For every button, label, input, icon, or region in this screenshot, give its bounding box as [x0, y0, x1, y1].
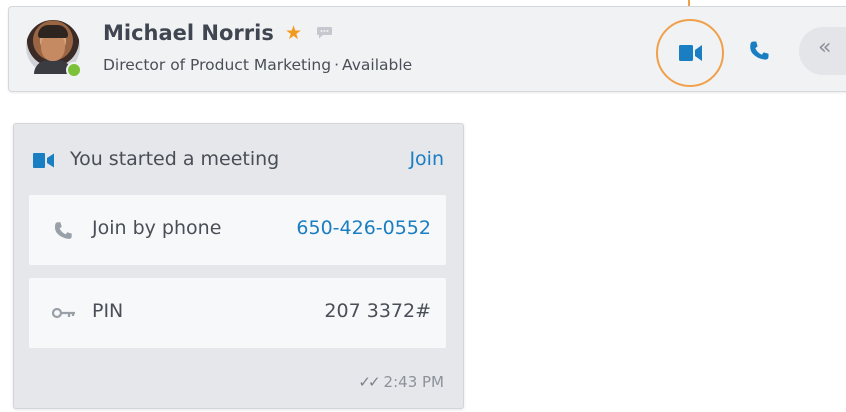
- pin-row: PIN 207 3372#: [29, 278, 446, 348]
- chat-icon[interactable]: [316, 26, 333, 40]
- contact-header: Michael Norris ★ Director of Product Mar…: [8, 6, 846, 92]
- key-icon: [52, 307, 75, 319]
- video-call-button[interactable]: [656, 19, 724, 87]
- star-icon[interactable]: ★: [285, 24, 302, 43]
- subtitle-separator: ·: [334, 56, 340, 74]
- pin-label: PIN: [92, 300, 124, 322]
- contact-subtitle: Director of Product Marketing · Available: [103, 56, 412, 74]
- timestamp-text: 2:43 PM: [383, 373, 444, 391]
- join-by-phone-label: Join by phone: [92, 217, 222, 239]
- join-meeting-link[interactable]: Join: [409, 148, 444, 170]
- contact-title: Director of Product Marketing: [103, 56, 332, 74]
- dial-in-number-link[interactable]: 650-426-0552: [296, 217, 431, 239]
- pin-value: 207 3372#: [324, 300, 431, 322]
- avatar-hair: [38, 25, 68, 38]
- contact-name: Michael Norris: [103, 21, 274, 45]
- presence-indicator: [66, 62, 82, 78]
- phone-icon[interactable]: [747, 39, 771, 63]
- phone-icon: [54, 222, 72, 239]
- presence-status: Available: [342, 56, 413, 74]
- video-camera-icon: [679, 45, 702, 61]
- read-receipt-icon: ✓✓: [358, 373, 380, 391]
- meeting-title: You started a meeting: [70, 148, 280, 170]
- video-camera-icon: [33, 153, 54, 168]
- meeting-message: You started a meeting Join Join by phone…: [13, 123, 464, 409]
- join-by-phone-row: Join by phone 650-426-0552: [29, 195, 446, 265]
- message-timestamp: ✓✓ 2:43 PM: [358, 373, 444, 391]
- collapse-panel-button[interactable]: «: [799, 27, 846, 75]
- double-chevron-left-icon: «: [818, 35, 832, 60]
